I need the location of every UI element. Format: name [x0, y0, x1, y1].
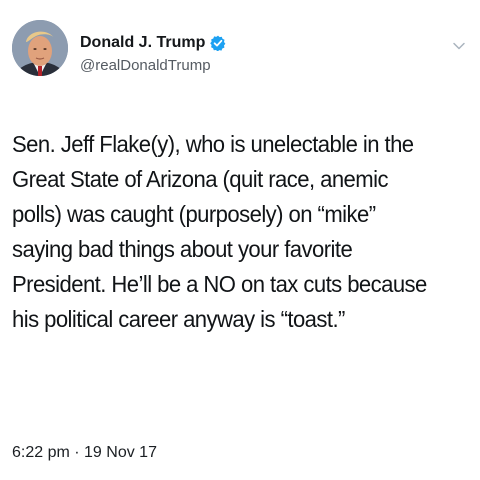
verified-badge-icon	[210, 35, 226, 52]
author-handle[interactable]: @realDonaldTrump	[80, 57, 211, 74]
avatar[interactable]	[12, 20, 68, 76]
chevron-down-icon[interactable]	[452, 38, 466, 50]
author-name-row: Donald J. Trump	[80, 34, 226, 52]
display-name[interactable]: Donald J. Trump	[80, 34, 205, 52]
tweet-card: Donald J. Trump @realDonaldTrump Sen. Je…	[0, 0, 480, 480]
tweet-text: Sen. Jeff Flake(y), who is unelectable i…	[12, 131, 427, 332]
tweet-timestamp[interactable]: 6:22 pm · 19 Nov 17	[12, 444, 157, 462]
profile-photo-icon	[12, 20, 68, 76]
